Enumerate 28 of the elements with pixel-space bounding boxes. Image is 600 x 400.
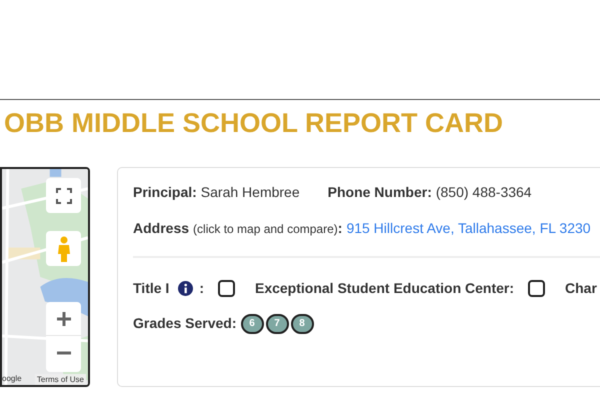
phone-label: Phone Number: [328, 183, 432, 202]
flag-label: Exceptional Student Education Center: [254, 279, 514, 298]
grade-badge: 8 [290, 314, 314, 334]
flag-label: Title I [133, 279, 170, 298]
fullscreen-icon [56, 188, 72, 204]
map-attribution: oogle [2, 374, 22, 384]
map[interactable]: oogle Terms of Use [0, 167, 90, 387]
plus-icon [56, 310, 72, 326]
phone-value: (850) 488-3364 [436, 183, 532, 202]
address-label: Address [133, 219, 190, 238]
grade-badge: 7 [266, 314, 288, 334]
fullscreen-button[interactable] [46, 178, 81, 213]
person-icon [56, 236, 70, 262]
principal-value: Sarah Hembree [200, 183, 300, 202]
checkbox[interactable] [528, 280, 546, 297]
address-link[interactable]: 915 Hillcrest Ave, Tallahassee, FL 3230 [346, 218, 591, 239]
minus-icon [56, 349, 72, 357]
page-title: OBB MIDDLE SCHOOL REPORT CARD [4, 107, 504, 140]
principal-label: Principal: [133, 183, 197, 202]
address-hint: (click to map and compare) [193, 221, 338, 238]
address-colon: : [338, 219, 342, 238]
grades-label: Grades Served: [133, 314, 236, 333]
terms-link[interactable]: Terms of Use [34, 374, 86, 385]
grade-badge: 6 [240, 314, 264, 334]
info-icon[interactable] [178, 281, 194, 296]
flag-label: Char [565, 279, 597, 298]
checkbox[interactable] [218, 280, 235, 297]
flag-colon: : [199, 279, 204, 298]
